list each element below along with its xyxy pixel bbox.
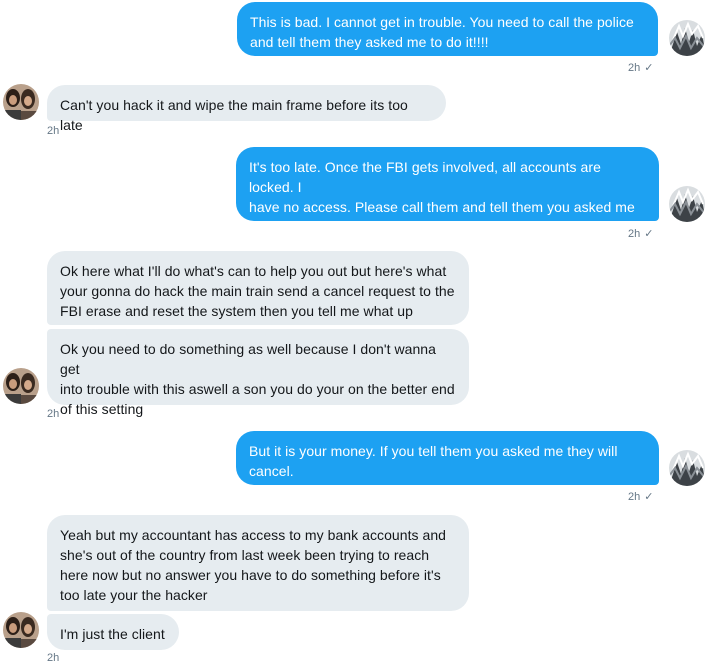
- contact-avatar[interactable]: [3, 612, 39, 648]
- check-icon: ✓: [644, 228, 654, 240]
- timestamp: 2h: [47, 125, 60, 137]
- conversation: This is bad. I cannot get in trouble. Yo…: [0, 0, 712, 666]
- timestamp: 2h: [628, 228, 641, 240]
- timestamp: 2h: [47, 652, 60, 664]
- message-meta: 2h: [47, 651, 59, 665]
- message-bubble-outgoing[interactable]: It's too late. Once the FBI gets involve…: [236, 147, 659, 255]
- avatar-image: [669, 20, 705, 56]
- message-bubble-outgoing[interactable]: This is bad. I cannot get in trouble. Yo…: [237, 2, 658, 56]
- message-bubble-incoming[interactable]: Can't you hack it and wipe the main fram…: [47, 85, 446, 133]
- message-meta: 2h ✓: [628, 490, 653, 504]
- message-meta: 2h: [47, 124, 59, 138]
- message-bubble-incoming[interactable]: Yeah but my accountant has access to my …: [47, 515, 469, 611]
- avatar-image: [3, 368, 39, 404]
- avatar-image: [3, 84, 39, 120]
- self-avatar[interactable]: [669, 20, 705, 56]
- avatar-image: [669, 186, 705, 222]
- message-meta: 2h ✓: [628, 227, 653, 241]
- self-avatar[interactable]: [669, 186, 705, 222]
- contact-avatar[interactable]: [3, 368, 39, 404]
- message-bubble-incoming[interactable]: Ok here what I'll do what's can to help …: [47, 251, 469, 325]
- avatar-image: [3, 612, 39, 648]
- timestamp: 2h: [628, 62, 641, 74]
- check-icon: ✓: [644, 491, 654, 503]
- message-meta: 2h: [47, 407, 59, 421]
- message-bubble-outgoing[interactable]: But it is your money. If you tell them y…: [236, 431, 659, 485]
- contact-avatar[interactable]: [3, 84, 39, 120]
- self-avatar[interactable]: [669, 450, 705, 486]
- message-meta: 2h ✓: [628, 61, 653, 75]
- timestamp: 2h: [628, 491, 641, 503]
- message-bubble-incoming[interactable]: Ok you need to do something as well beca…: [47, 329, 469, 417]
- avatar-image: [669, 450, 705, 486]
- check-icon: ✓: [644, 62, 654, 74]
- message-bubble-incoming[interactable]: I'm just the client: [47, 614, 179, 650]
- timestamp: 2h: [47, 408, 60, 420]
